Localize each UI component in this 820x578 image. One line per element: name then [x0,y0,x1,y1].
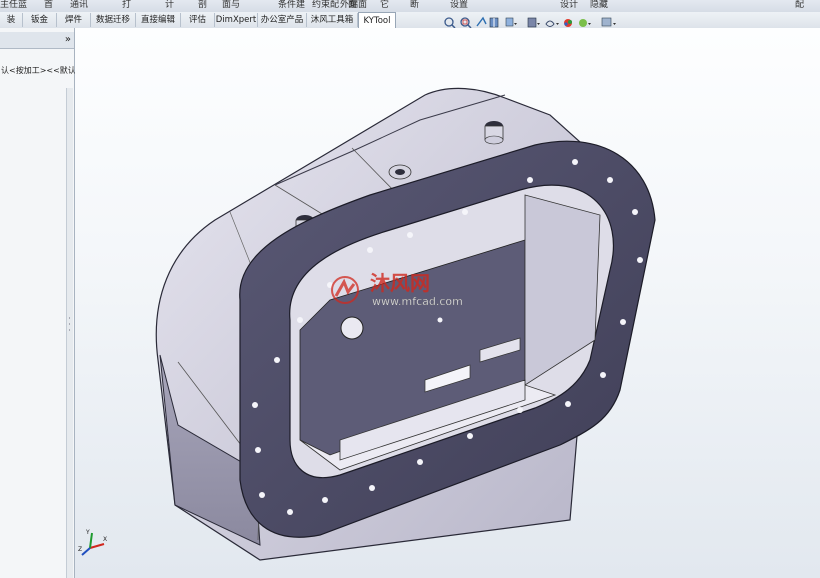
watermark-brand: 沐风网 [370,271,430,295]
coordinate-triad-icon: X Y Z [78,529,107,556]
watermark-logo-icon [331,276,359,304]
watermark-url: www.mfcad.com [372,295,463,308]
top-boss-center [388,164,412,180]
triad-y-label: Y [85,529,90,536]
watermark: 沐风网 www.mfcad.com [330,270,500,313]
watermark-graphic: 沐风网 www.mfcad.com [331,271,463,308]
top-boss-right [484,121,504,145]
triad-z-label: Z [78,546,82,553]
triad-x-label: X [103,536,107,543]
